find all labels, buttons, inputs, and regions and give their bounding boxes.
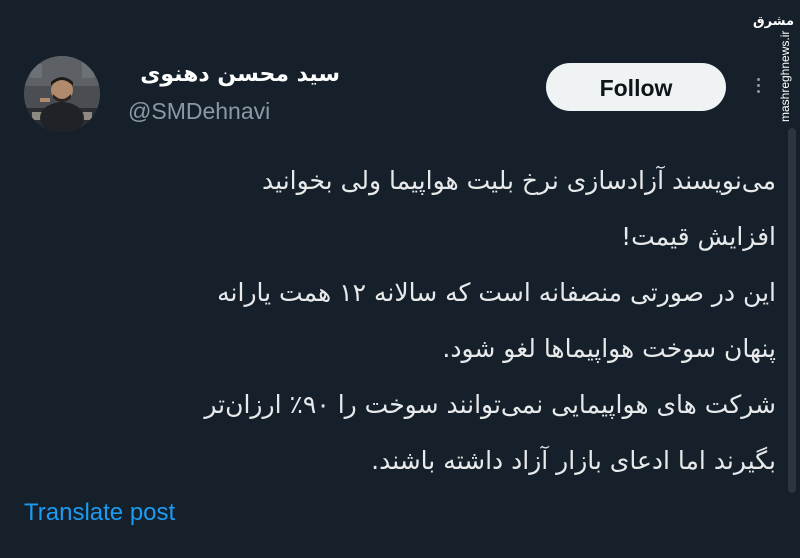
tweet-text: می‌نویسند آزادسازی نرخ بلیت هواپیما ولی …: [24, 153, 776, 489]
tweet-line: بگیرند اما ادعای بازار آزاد داشته باشند.: [371, 446, 776, 475]
tweet-line: پنهان سوخت هواپیماها لغو شود.: [442, 334, 776, 363]
dot: [756, 78, 760, 81]
watermark-logo: مشرق: [753, 14, 794, 29]
scrollbar[interactable]: [788, 128, 796, 493]
more-options-icon[interactable]: [754, 78, 762, 96]
tweet-line: افزایش قیمت!: [621, 222, 776, 251]
tweet-screenshot: سید محسن دهنوی @SMDehnavi Follow مشرق ma…: [0, 0, 800, 558]
author-display-name[interactable]: سید محسن دهنوی: [128, 60, 340, 90]
watermark: مشرق mashreghnews.ir: [753, 10, 796, 128]
tweet-line: می‌نویسند آزادسازی نرخ بلیت هواپیما ولی …: [262, 166, 776, 195]
dot: [756, 90, 760, 93]
tweet-line: شرکت های هواپیمایی نمی‌توانند سوخت را ۹۰…: [204, 390, 776, 419]
avatar-photo-icon: [24, 56, 100, 132]
author-handle[interactable]: @SMDehnavi: [128, 96, 270, 126]
watermark-site: mashreghnews.ir: [778, 30, 792, 122]
avatar[interactable]: [24, 56, 100, 132]
translate-post-link[interactable]: Translate post: [24, 497, 175, 529]
tweet-line: این در صورتی منصفانه است که سالانه ۱۲ هم…: [217, 278, 776, 307]
follow-button[interactable]: Follow: [546, 63, 726, 111]
dot: [756, 84, 760, 87]
